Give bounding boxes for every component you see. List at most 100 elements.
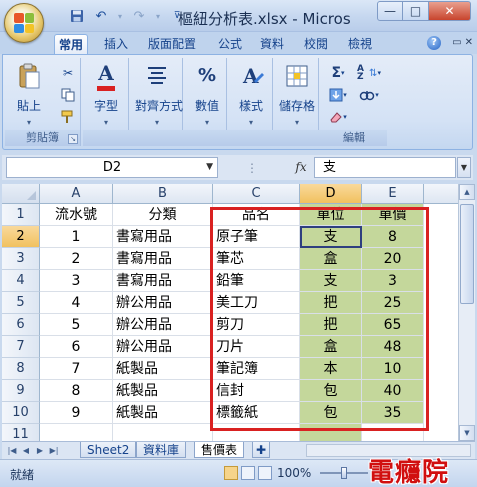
cell-c5[interactable]: 美工刀 bbox=[213, 292, 300, 314]
sheet-tab-price[interactable]: 售價表 bbox=[194, 442, 245, 458]
column-header-b[interactable]: B bbox=[113, 184, 213, 204]
vertical-scrollbar[interactable]: ▲ ▼ bbox=[458, 184, 475, 441]
sheet-tab-database[interactable]: 資料庫 bbox=[136, 442, 187, 458]
splitter-handle[interactable]: ⋮ bbox=[246, 161, 258, 175]
cell-d3[interactable]: 盒 bbox=[300, 248, 362, 270]
chevron-down-icon[interactable]: ▼ bbox=[206, 158, 213, 177]
cell-b1[interactable]: 分類 bbox=[113, 204, 213, 226]
cell-a1[interactable]: 流水號 bbox=[40, 204, 113, 226]
prev-sheet-icon[interactable]: ◀ bbox=[20, 444, 32, 457]
cell-b3[interactable]: 書寫用品 bbox=[113, 248, 213, 270]
expand-formula-button[interactable]: ▼ bbox=[457, 157, 471, 178]
paste-button[interactable]: 貼上 ▾ bbox=[7, 61, 51, 127]
cell-c3[interactable]: 筆芯 bbox=[213, 248, 300, 270]
minimize-button[interactable]: — bbox=[377, 1, 403, 21]
fill-icon[interactable]: ▾ bbox=[325, 86, 351, 104]
cell-a9[interactable]: 8 bbox=[40, 380, 113, 402]
cell-a11[interactable] bbox=[40, 424, 113, 441]
chevron-down-icon[interactable]: ▾ bbox=[135, 118, 179, 127]
tab-view[interactable]: 檢視 bbox=[344, 34, 376, 54]
cell-c7[interactable]: 刀片 bbox=[213, 336, 300, 358]
insert-function-button[interactable]: fx bbox=[290, 157, 312, 178]
dialog-launcher-icon[interactable]: ↘ bbox=[68, 134, 78, 144]
row-header-9[interactable]: 9 bbox=[2, 380, 40, 402]
chevron-down-icon[interactable]: ▾ bbox=[185, 118, 229, 127]
chevron-down-icon[interactable]: ▾ bbox=[7, 118, 51, 127]
cell-e5[interactable]: 25 bbox=[362, 292, 424, 314]
cell-d4[interactable]: 支 bbox=[300, 270, 362, 292]
cell-b5[interactable]: 辦公用品 bbox=[113, 292, 213, 314]
column-header-a[interactable]: A bbox=[40, 184, 113, 204]
cell-e6[interactable]: 65 bbox=[362, 314, 424, 336]
zoom-thumb[interactable] bbox=[341, 467, 347, 479]
row-header-7[interactable]: 7 bbox=[2, 336, 40, 358]
styles-button[interactable]: A 樣式 ▾ bbox=[229, 61, 273, 127]
scroll-down-icon[interactable]: ▼ bbox=[459, 425, 475, 441]
column-header-f[interactable] bbox=[424, 184, 458, 204]
cell-a6[interactable]: 5 bbox=[40, 314, 113, 336]
cell-e9[interactable]: 40 bbox=[362, 380, 424, 402]
tab-formulas[interactable]: 公式 bbox=[214, 34, 246, 54]
tab-home[interactable]: 常用 bbox=[54, 34, 89, 54]
cell-c1[interactable]: 品名 bbox=[213, 204, 300, 226]
cell-b2[interactable]: 書寫用品 bbox=[113, 226, 213, 248]
sheet-tab-sheet2[interactable]: Sheet2 bbox=[80, 442, 137, 458]
chevron-down-icon[interactable]: ▾ bbox=[229, 118, 273, 127]
next-sheet-icon[interactable]: ▶ bbox=[34, 444, 46, 457]
cell-c2[interactable]: 原子筆 bbox=[213, 226, 300, 248]
row-header-11[interactable]: 11 bbox=[2, 424, 40, 441]
horizontal-scrollbar[interactable] bbox=[306, 444, 471, 457]
tab-page-layout[interactable]: 版面配置 bbox=[144, 34, 200, 54]
cell-a3[interactable]: 2 bbox=[40, 248, 113, 270]
cell-d10[interactable]: 包 bbox=[300, 402, 362, 424]
row-header-5[interactable]: 5 bbox=[2, 292, 40, 314]
first-sheet-icon[interactable]: |◀ bbox=[6, 444, 18, 457]
row-header-4[interactable]: 4 bbox=[2, 270, 40, 292]
tab-data[interactable]: 資料 bbox=[256, 34, 288, 54]
chevron-down-icon[interactable]: ▾ bbox=[154, 7, 162, 25]
row-header-3[interactable]: 3 bbox=[2, 248, 40, 270]
cell-a7[interactable]: 6 bbox=[40, 336, 113, 358]
scroll-up-icon[interactable]: ▲ bbox=[459, 184, 475, 200]
close-icon[interactable]: ✕ bbox=[465, 37, 473, 48]
cell-d9[interactable]: 包 bbox=[300, 380, 362, 402]
maximize-button[interactable]: □ bbox=[403, 1, 429, 21]
cut-icon[interactable]: ✂ bbox=[59, 64, 77, 82]
row-header-6[interactable]: 6 bbox=[2, 314, 40, 336]
chevron-down-icon[interactable]: ▾ bbox=[84, 118, 128, 127]
restore-icon[interactable]: ▭ bbox=[452, 37, 461, 48]
row-header-10[interactable]: 10 bbox=[2, 402, 40, 424]
cell-a2[interactable]: 1 bbox=[40, 226, 113, 248]
scroll-thumb[interactable] bbox=[460, 204, 474, 304]
zoom-level[interactable]: 100% bbox=[277, 466, 311, 480]
close-button[interactable]: ✕ bbox=[429, 1, 471, 21]
chevron-down-icon[interactable]: ▾ bbox=[116, 7, 124, 25]
cell-e11[interactable] bbox=[362, 424, 424, 441]
formula-input[interactable]: 支 bbox=[314, 157, 456, 178]
cell-e2[interactable]: 8 bbox=[362, 226, 424, 248]
cell-b11[interactable] bbox=[113, 424, 213, 441]
row-header-8[interactable]: 8 bbox=[2, 358, 40, 380]
cell-d11[interactable] bbox=[300, 424, 362, 441]
cell-c8[interactable]: 筆記簿 bbox=[213, 358, 300, 380]
page-layout-view-icon[interactable] bbox=[241, 466, 255, 480]
column-header-c[interactable]: C bbox=[213, 184, 300, 204]
insert-sheet-icon[interactable]: ✚ bbox=[252, 442, 271, 458]
clear-icon[interactable]: ▾ bbox=[325, 108, 351, 126]
cell-d2[interactable]: 支 bbox=[300, 226, 362, 248]
cell-b8[interactable]: 紙製品 bbox=[113, 358, 213, 380]
cell-c11[interactable] bbox=[213, 424, 300, 441]
cell-c4[interactable]: 鉛筆 bbox=[213, 270, 300, 292]
save-icon[interactable] bbox=[68, 7, 86, 25]
row-header-2[interactable]: 2 bbox=[2, 226, 40, 248]
tab-review[interactable]: 校閱 bbox=[300, 34, 332, 54]
cell-b7[interactable]: 辦公用品 bbox=[113, 336, 213, 358]
copy-icon[interactable] bbox=[59, 86, 77, 104]
cell-d5[interactable]: 把 bbox=[300, 292, 362, 314]
page-break-view-icon[interactable] bbox=[258, 466, 272, 480]
column-header-e[interactable]: E bbox=[362, 184, 424, 204]
cell-a10[interactable]: 9 bbox=[40, 402, 113, 424]
font-button[interactable]: A 字型 ▾ bbox=[84, 61, 128, 127]
zoom-slider[interactable] bbox=[320, 467, 368, 479]
normal-view-icon[interactable] bbox=[224, 466, 238, 480]
